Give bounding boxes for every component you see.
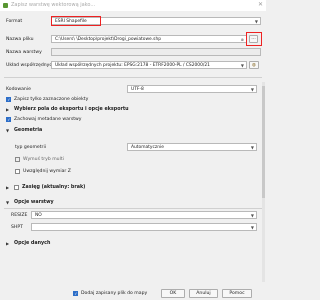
save-vector-dialog: Zapisz warstwę wektorową jako... ✕ Forma…	[0, 0, 266, 300]
extent-checkbox[interactable]	[14, 185, 19, 190]
chevron-down-icon[interactable]: ▼	[6, 128, 9, 133]
crs-label: Układ współrzędnych	[6, 63, 55, 68]
chevron-right-icon[interactable]: ▶	[6, 241, 9, 246]
chevron-down-icon: ▼	[250, 87, 254, 92]
globe-icon: ◍	[251, 63, 256, 68]
chevron-right-icon[interactable]: ▶	[6, 185, 9, 190]
resize-select[interactable]: NO ▼	[31, 211, 257, 219]
add-to-map-checkbox[interactable]	[73, 291, 78, 296]
cancel-button[interactable]: Anuluj	[189, 289, 218, 298]
selected-only-label: Zapisz tylko zaznaczone obiekty	[14, 97, 89, 102]
clear-icon[interactable]: ⊗	[241, 37, 244, 42]
extent-section-title[interactable]: Zasięg (aktualny: brak)	[22, 185, 85, 190]
chevron-right-icon[interactable]: ▶	[6, 107, 9, 112]
scrollbar[interactable]	[262, 82, 265, 282]
choose-fields-section[interactable]: Wybierz pola do eksportu i opcje eksport…	[14, 107, 129, 112]
close-icon[interactable]: ✕	[258, 1, 263, 8]
include-z-checkbox[interactable]	[15, 169, 20, 174]
layername-label: Nazwa warstwy	[6, 50, 42, 55]
title-bar: Zapisz warstwę wektorową jako... ✕	[0, 0, 266, 11]
keep-metadata-label: Zachowaj metadane warstwy	[14, 117, 82, 122]
keep-metadata-checkbox[interactable]	[6, 117, 11, 122]
geometry-type-label: typ geometrii	[15, 145, 46, 150]
selected-only-checkbox[interactable]	[6, 97, 11, 102]
chevron-down-icon: ▼	[250, 213, 254, 218]
data-options-title[interactable]: Opcje danych	[14, 241, 50, 246]
force-multi-label: Wymuś tryb multi	[23, 157, 64, 162]
divider	[4, 77, 262, 78]
resize-value: NO	[35, 213, 42, 218]
divider	[4, 208, 262, 209]
crs-picker-button[interactable]: ◍	[249, 61, 259, 69]
chevron-down-icon: ▼	[250, 145, 254, 150]
window-title: Zapisz warstwę wektorową jako...	[11, 2, 96, 8]
chevron-down-icon: ▼	[254, 19, 258, 24]
geometry-type-select[interactable]: Automatycznie ▼	[127, 143, 257, 151]
scrollbar-thumb[interactable]	[262, 86, 265, 198]
browse-highlight	[246, 32, 262, 46]
shpt-label: SHPT	[11, 225, 23, 230]
encoding-value: UTF-8	[131, 87, 144, 92]
ok-button[interactable]: OK	[161, 289, 185, 298]
qgis-icon	[3, 3, 8, 8]
chevron-down-icon: ▼	[240, 63, 244, 68]
include-z-label: Uwzględnij wymiar Z	[23, 169, 71, 174]
chevron-down-icon[interactable]: ▼	[6, 200, 9, 205]
crs-value: Układ współrzędnych projektu: EPSG:2178 …	[55, 63, 210, 68]
add-to-map-label: Dodaj zapisany plik do mapy	[81, 291, 148, 296]
format-label: Format	[6, 19, 23, 24]
help-button[interactable]: Pomoc	[222, 289, 252, 298]
crs-select[interactable]: Układ współrzędnych projektu: EPSG:2178 …	[51, 61, 247, 69]
shpt-select[interactable]: ▼	[31, 223, 257, 231]
filename-input[interactable]: C:\Users\ \Desktop\projekt\Drogi_powiato…	[51, 35, 247, 43]
layer-options-title[interactable]: Opcje warstwy	[14, 200, 54, 205]
geometry-type-value: Automatycznie	[131, 145, 164, 150]
encoding-label: Kodowanie	[6, 87, 31, 92]
chevron-down-icon: ▼	[250, 225, 254, 230]
format-highlight	[51, 16, 101, 26]
filename-label: Nazwa pliku	[6, 37, 34, 42]
resize-label: RESIZE	[11, 213, 28, 218]
layername-input[interactable]	[51, 48, 261, 56]
filename-value: C:\Users\ \Desktop\projekt\Drogi_powiato…	[55, 37, 162, 42]
force-multi-checkbox[interactable]	[15, 157, 20, 162]
geometry-section-title[interactable]: Geometria	[14, 128, 42, 133]
encoding-select[interactable]: UTF-8 ▼	[127, 85, 257, 93]
